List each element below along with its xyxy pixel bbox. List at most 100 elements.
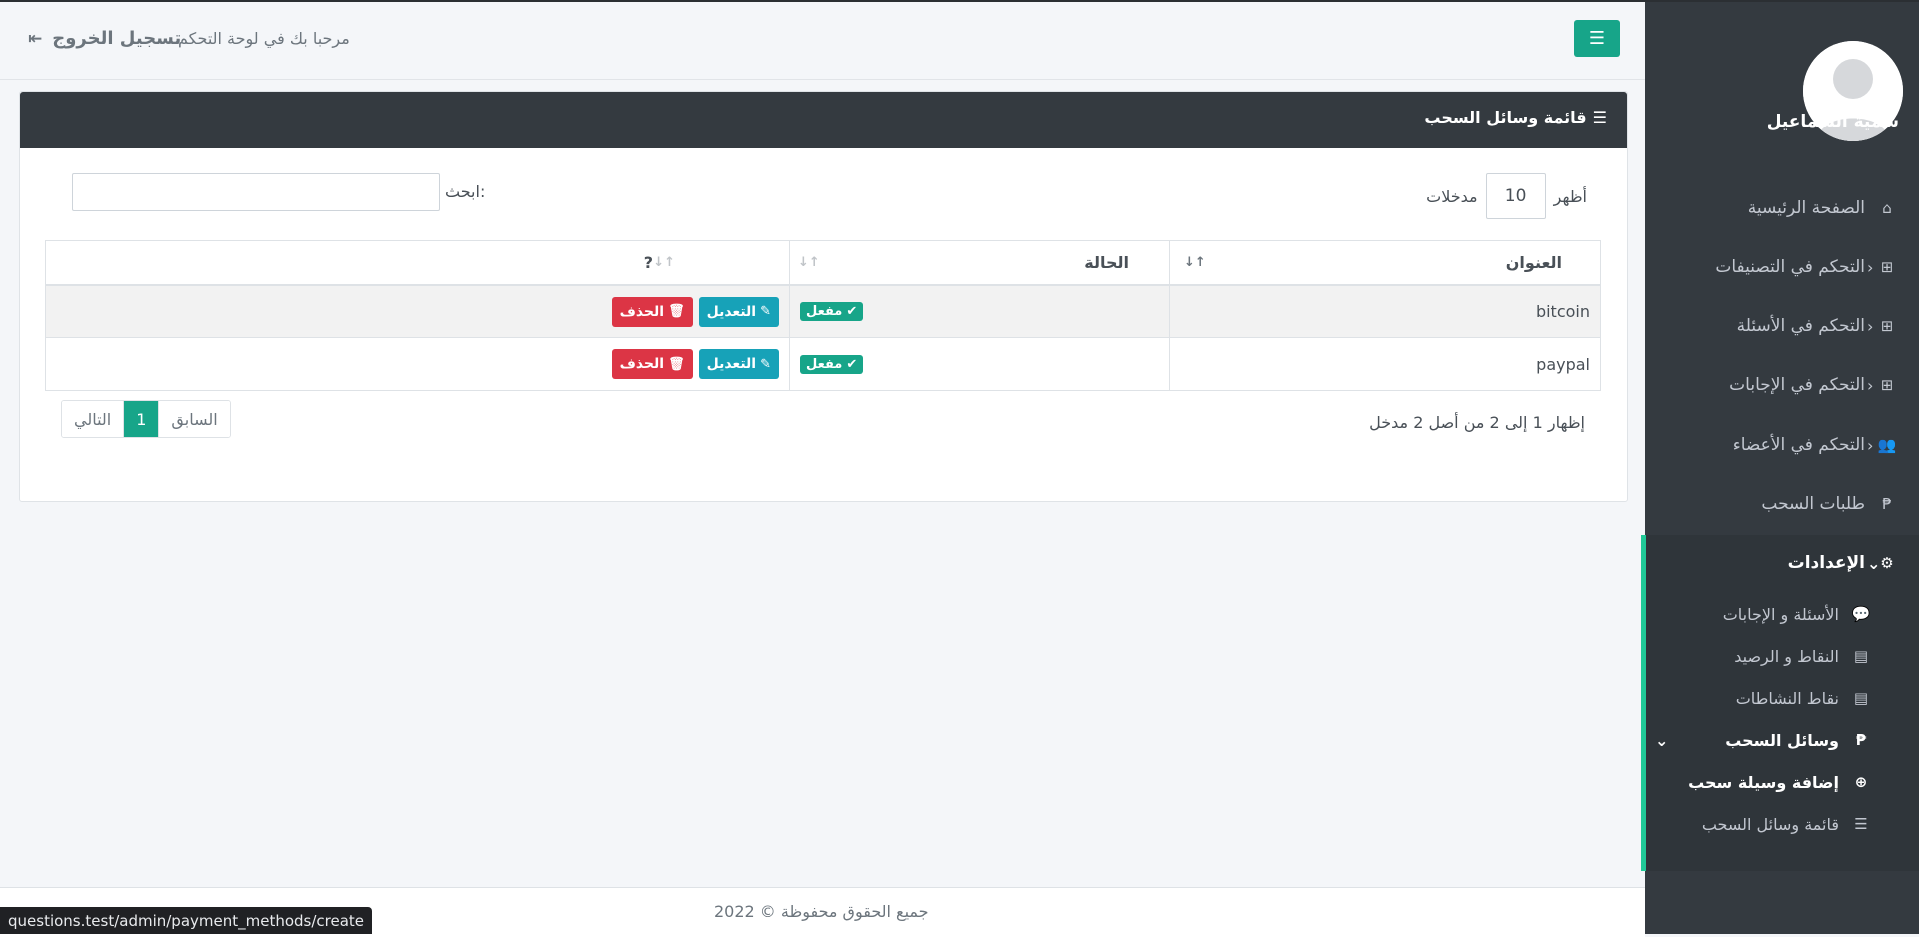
- column-title-label: العنوان: [1505, 253, 1562, 272]
- grid-icon: ⊞: [1880, 258, 1894, 276]
- search-label: ابحث:: [445, 182, 486, 201]
- status-text: مفعل: [806, 304, 843, 319]
- logout-link[interactable]: تسجيل الخروج ⇤: [12, 28, 181, 49]
- cell-status: ✔ مفعل: [789, 286, 1169, 337]
- logout-label: تسجيل الخروج: [52, 28, 182, 49]
- sidebar-item-label: النقاط و الرصيد: [1734, 646, 1839, 666]
- sort-icon: ↑↓: [798, 255, 820, 270]
- status-badge: ✔ مفعل: [800, 302, 864, 321]
- sidebar-item-label: التحكم في الأعضاء: [1732, 435, 1865, 455]
- pagination: السابق 1 التالي: [61, 400, 231, 438]
- table-header-row: العنوان ↑↓ الحالة ↑↓ ? ↑↓: [46, 241, 1600, 286]
- cell-actions: ✎ التعديل 🗑 الحذف: [46, 338, 789, 390]
- check-circle-icon: ✔: [846, 304, 858, 319]
- card-title-text: قائمة وسائل السحب: [1424, 108, 1587, 127]
- sidebar-item-label: التحكم في الإجابات: [1729, 375, 1865, 395]
- cash-register-icon: ▤: [1853, 647, 1869, 665]
- grid-icon: ⊞: [1880, 317, 1894, 335]
- edit-label: التعديل: [706, 356, 757, 372]
- sort-asc-icon: ↑↓: [1184, 255, 1206, 270]
- sidebar-item-label: طلبات السحب: [1761, 494, 1865, 514]
- home-icon: ⌂: [1882, 199, 1892, 217]
- cell-title: bitcoin: [1169, 286, 1600, 337]
- chevron-left-icon: ‹: [1867, 257, 1874, 277]
- sidebar: سمية السماعيل ⌂ الصفحة الرئيسية ⊞ التحكم…: [1641, 2, 1919, 934]
- column-header-status[interactable]: الحالة ↑↓: [789, 241, 1169, 284]
- sidebar-item-settings[interactable]: ⚙ الإعدادات ⌄: [1645, 543, 1919, 583]
- browser-status-url: questions.test/admin/payment_methods/cre…: [0, 907, 373, 934]
- sidebar-item-label: وسائل السحب: [1725, 730, 1839, 750]
- sidebar-item-questions-answers[interactable]: 💬 الأسئلة و الإجابات: [1645, 594, 1919, 634]
- hamburger-icon: ☰: [1588, 28, 1606, 49]
- delete-label: الحذف: [619, 356, 665, 372]
- sidebar-item-categories[interactable]: ⊞ التحكم في التصنيفات ‹: [1645, 247, 1919, 287]
- search-input[interactable]: [72, 173, 440, 211]
- show-label: أظهر: [1553, 186, 1587, 206]
- edit-icon: ✎: [760, 304, 771, 319]
- edit-button[interactable]: ✎ التعديل: [698, 349, 779, 379]
- grid-icon: ⊞: [1880, 376, 1894, 394]
- sidebar-item-withdraw-requests[interactable]: ₱ طلبات السحب: [1645, 484, 1919, 524]
- column-header-actions[interactable]: ? ↑↓: [46, 241, 789, 284]
- top-navbar: ☰ مرحبا بك في لوحة التحكم تسجيل الخروج ⇤: [0, 2, 1645, 80]
- check-circle-icon: ✔: [846, 356, 858, 372]
- delete-button[interactable]: 🗑 الحذف: [611, 349, 693, 379]
- sidebar-item-add-withdraw-method[interactable]: ⊕ إضافة وسيلة سحب: [1645, 762, 1919, 802]
- edit-button[interactable]: ✎ التعديل: [698, 296, 779, 327]
- sort-icon: ↑↓: [653, 255, 675, 270]
- data-table: العنوان ↑↓ الحالة ↑↓ ? ↑↓ bitcoin ✔ مفعل: [45, 240, 1601, 391]
- table-row: bitcoin ✔ مفعل ✎ التعديل 🗑 الحذف: [46, 286, 1600, 338]
- sidebar-item-label: إضافة وسيلة سحب: [1688, 772, 1839, 792]
- table-info: إظهار 1 إلى 2 من أصل 2 مدخل: [1369, 413, 1585, 432]
- sidebar-item-activity-points[interactable]: ▤ نقاط النشاطات: [1645, 678, 1919, 718]
- edit-label: التعديل: [706, 303, 757, 320]
- list-icon: ☰: [1854, 815, 1868, 833]
- column-status-label: الحالة: [1084, 253, 1129, 272]
- sidebar-item-label: التحكم في التصنيفات: [1715, 257, 1865, 277]
- trash-icon: 🗑: [668, 356, 685, 372]
- chevron-left-icon: ‹: [1867, 375, 1874, 395]
- status-badge: ✔ مفعل: [800, 354, 864, 374]
- paypal-icon: ₱: [1855, 731, 1867, 749]
- page-length-control: أظهر 10 مدخلات: [1426, 173, 1587, 219]
- column-actions-label: ?: [643, 253, 653, 272]
- card-title: ☰ قائمة وسائل السحب: [1424, 108, 1607, 127]
- cell-title: paypal: [1169, 338, 1600, 390]
- sidebar-item-label: التحكم في الأسئلة: [1736, 316, 1865, 336]
- list-icon: ☰: [1592, 108, 1607, 127]
- delete-label: الحذف: [619, 303, 665, 320]
- comments-icon: 💬: [1851, 605, 1871, 623]
- cash-register-icon: ▤: [1853, 689, 1869, 707]
- sidebar-item-withdraw-methods-list[interactable]: ☰ قائمة وسائل السحب: [1645, 804, 1919, 844]
- chevron-down-icon: ⌄: [1655, 730, 1669, 750]
- sidebar-item-label: الإعدادات: [1787, 553, 1865, 573]
- cell-status: ✔ مفعل: [789, 338, 1169, 390]
- sign-out-icon: ⇤: [28, 28, 43, 49]
- sidebar-item-questions[interactable]: ⊞ التحكم في الأسئلة ‹: [1645, 306, 1919, 346]
- page-1-button[interactable]: 1: [124, 401, 160, 437]
- copyright-text: جميع الحقوق محفوظة © 2022: [714, 902, 929, 921]
- plus-circle-icon: ⊕: [1854, 773, 1868, 791]
- page-length-select[interactable]: 10: [1485, 173, 1546, 219]
- welcome-text: مرحبا بك في لوحة التحكم: [178, 29, 350, 48]
- sidebar-item-label: قائمة وسائل السحب: [1701, 814, 1839, 834]
- table-row: paypal ✔ مفعل ✎ التعديل 🗑 الحذف: [46, 338, 1600, 390]
- sidebar-toggle-button[interactable]: ☰: [1574, 20, 1620, 57]
- sidebar-item-points-balance[interactable]: ▤ النقاط و الرصيد: [1645, 636, 1919, 676]
- previous-page-button[interactable]: السابق: [159, 401, 230, 437]
- sidebar-item-label: نقاط النشاطات: [1735, 688, 1839, 708]
- payment-methods-card: ☰ قائمة وسائل السحب أظهر 10 مدخلات ابحث:…: [19, 91, 1628, 502]
- column-header-title[interactable]: العنوان ↑↓: [1169, 241, 1600, 284]
- users-icon: 👥: [1877, 436, 1897, 454]
- chevron-down-icon: ⌄: [1867, 553, 1881, 573]
- sidebar-item-answers[interactable]: ⊞ التحكم في الإجابات ‹: [1645, 365, 1919, 405]
- card-header: ☰ قائمة وسائل السحب: [20, 92, 1627, 148]
- sidebar-item-label: الأسئلة و الإجابات: [1722, 604, 1839, 624]
- edit-icon: ✎: [760, 356, 771, 372]
- sidebar-item-home[interactable]: ⌂ الصفحة الرئيسية: [1645, 188, 1919, 228]
- sidebar-item-members[interactable]: 👥 التحكم في الأعضاء ‹: [1645, 425, 1919, 465]
- chevron-left-icon: ‹: [1867, 435, 1874, 455]
- delete-button[interactable]: 🗑 الحذف: [611, 296, 693, 327]
- next-page-button[interactable]: التالي: [62, 401, 125, 437]
- sidebar-item-withdraw-methods[interactable]: ₱ وسائل السحب ⌄: [1645, 720, 1919, 760]
